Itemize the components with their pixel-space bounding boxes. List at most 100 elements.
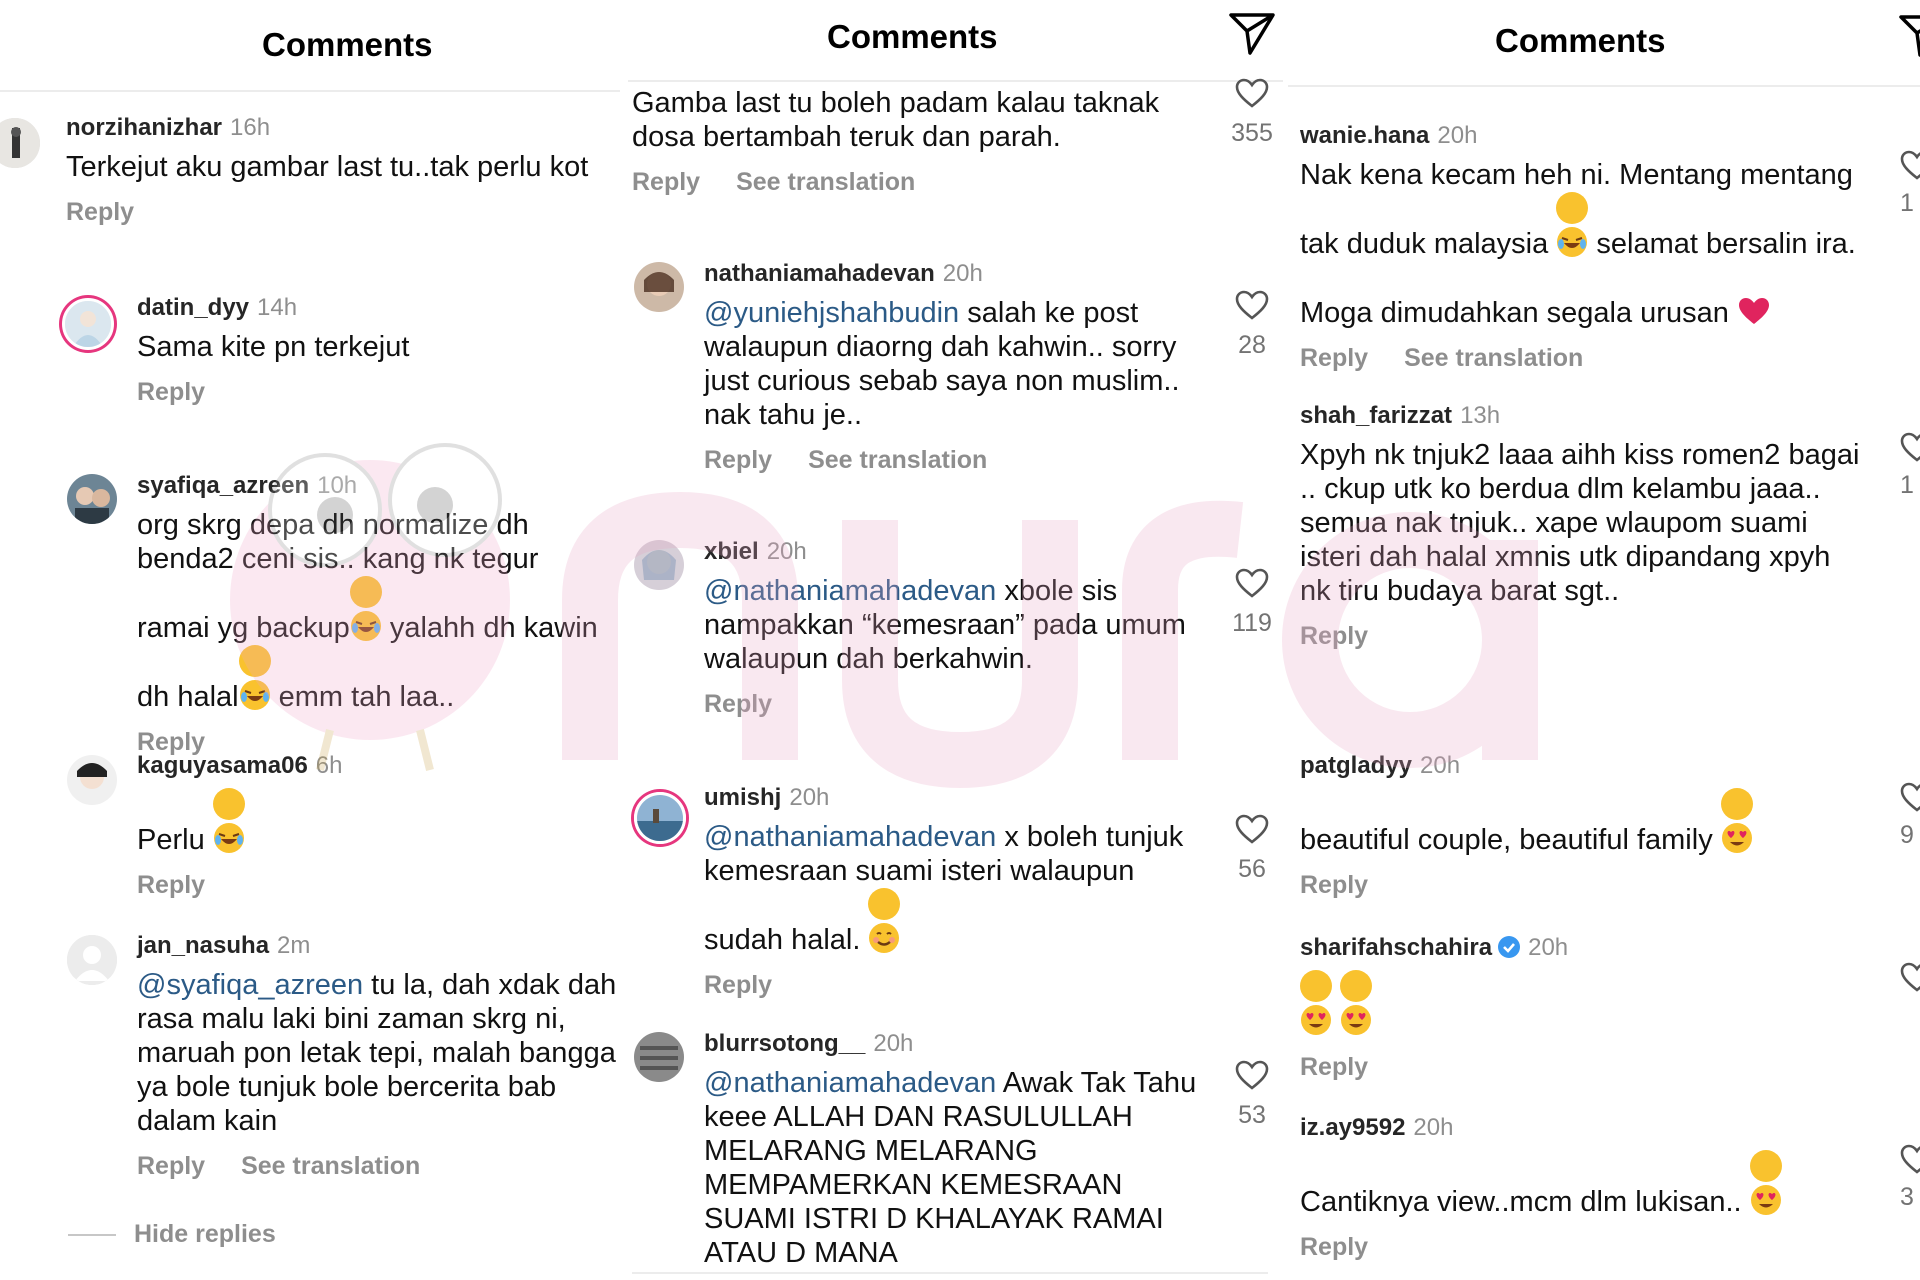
reply-button[interactable]: Reply bbox=[704, 971, 772, 999]
reply-button[interactable]: Reply bbox=[1300, 871, 1368, 899]
comment: iz.ay9592 20h Cantiknya view..mcm dlm luk… bbox=[1300, 1114, 1860, 1262]
avatar[interactable] bbox=[67, 755, 117, 805]
like-control[interactable]: 28 bbox=[1222, 290, 1282, 360]
comment-text: @nathaniamahadevan xbole sis nampakkan “… bbox=[704, 575, 1186, 675]
heart-icon bbox=[1235, 290, 1269, 320]
comment-text bbox=[1300, 970, 1860, 1039]
username[interactable]: blurrsotong__ bbox=[704, 1030, 865, 1057]
heart-icon bbox=[1900, 962, 1920, 992]
comments-panel-2: Comments Gamba last tu boleh padam kalau… bbox=[628, 0, 1288, 1280]
avatar[interactable] bbox=[634, 1032, 684, 1082]
reply-button[interactable]: Reply bbox=[1300, 1233, 1368, 1261]
comment: kaguyasama06 6h Perlu Reply bbox=[137, 752, 617, 900]
comment-text: Xpyh nk tnjuk2 laaa aihh kiss romen2 bag… bbox=[1300, 439, 1860, 607]
avatar[interactable] bbox=[634, 540, 684, 590]
send-icon[interactable] bbox=[1898, 14, 1920, 63]
timestamp: 2m bbox=[277, 932, 311, 959]
username[interactable]: patgladyy bbox=[1300, 752, 1412, 779]
mention-link[interactable]: @syafiqa_azreen bbox=[137, 969, 363, 1001]
see-translation-button[interactable]: See translation bbox=[241, 1152, 420, 1180]
username[interactable]: shah_farizzat bbox=[1300, 402, 1452, 429]
like-control[interactable] bbox=[1900, 962, 1920, 997]
like-control[interactable]: 3 bbox=[1900, 1144, 1920, 1212]
timestamp: 16h bbox=[230, 114, 271, 141]
reply-button[interactable]: Reply bbox=[704, 690, 772, 718]
send-icon[interactable] bbox=[1228, 12, 1276, 61]
heart-icon bbox=[1235, 78, 1269, 108]
divider bbox=[632, 1272, 1268, 1274]
see-translation-button[interactable]: See translation bbox=[736, 168, 915, 196]
username[interactable]: jan_nasuha bbox=[137, 932, 269, 959]
comment-text: @yuniehjshahbudin salah ke post walaupun… bbox=[704, 297, 1180, 431]
avatar[interactable] bbox=[634, 792, 686, 844]
see-translation-button[interactable]: See translation bbox=[808, 446, 987, 474]
username[interactable]: umishj bbox=[704, 784, 781, 811]
smiling-emoji-icon bbox=[868, 888, 901, 953]
reply-button[interactable]: Reply bbox=[632, 168, 700, 196]
page-title: Comments bbox=[827, 18, 998, 55]
laughing-emoji-icon bbox=[212, 788, 245, 853]
reply-button[interactable]: Reply bbox=[704, 446, 772, 474]
mention-link[interactable]: @nathaniamahadevan bbox=[704, 1067, 996, 1099]
laughing-emoji-icon bbox=[349, 576, 382, 641]
timestamp: 13h bbox=[1460, 402, 1501, 429]
like-control[interactable]: 9 bbox=[1900, 782, 1920, 850]
avatar[interactable] bbox=[0, 118, 40, 168]
comment: umishj 20h @nathaniamahadevan x boleh tun… bbox=[704, 784, 1204, 1000]
divider bbox=[0, 90, 628, 92]
reply-button[interactable]: Reply bbox=[137, 871, 205, 899]
like-control[interactable]: 355 bbox=[1222, 78, 1282, 148]
comment: xbiel 20h @nathaniamahadevan xbole sis na… bbox=[704, 538, 1204, 719]
mention-link[interactable]: @yuniehjshahbudin bbox=[704, 297, 959, 329]
comment: norzihanizhar 16h Terkejut aku gambar las… bbox=[66, 114, 626, 227]
heart-icon bbox=[1900, 782, 1920, 812]
username[interactable]: syafiqa_azreen bbox=[137, 472, 309, 499]
timestamp: 20h bbox=[1420, 752, 1461, 779]
username[interactable]: datin_dyy bbox=[137, 294, 249, 321]
mention-link[interactable]: @nathaniamahadevan bbox=[704, 575, 996, 607]
reply-button[interactable]: Reply bbox=[1300, 344, 1368, 372]
like-control[interactable]: 119 bbox=[1222, 568, 1282, 638]
avatar[interactable] bbox=[634, 262, 684, 312]
comment-text: Sama kite pn terkejut bbox=[137, 331, 410, 363]
like-count: 119 bbox=[1232, 609, 1272, 637]
see-translation-button[interactable]: See translation bbox=[1404, 344, 1583, 372]
reply-button[interactable]: Reply bbox=[1300, 622, 1368, 650]
reply-button[interactable]: Reply bbox=[66, 198, 134, 226]
comment-text: @syafiqa_azreen tu la, dah xdak dah rasa… bbox=[137, 969, 617, 1137]
mention-link[interactable]: @nathaniamahadevan bbox=[704, 821, 996, 853]
timestamp: 14h bbox=[257, 294, 298, 321]
username[interactable]: wanie.hana bbox=[1300, 122, 1429, 149]
like-count: 9 bbox=[1900, 821, 1914, 849]
heart-eyes-emoji-icon bbox=[1749, 1150, 1782, 1215]
username[interactable]: norzihanizhar bbox=[66, 114, 222, 141]
timestamp: 20h bbox=[873, 1030, 914, 1057]
verified-badge-icon bbox=[1498, 936, 1521, 958]
comment: jan_nasuha 2m @syafiqa_azreen tu la, dah … bbox=[137, 932, 617, 1181]
like-control[interactable]: 1 bbox=[1900, 432, 1920, 500]
username[interactable]: nathaniamahadevan bbox=[704, 260, 935, 287]
comment: sharifahschahira 20h Reply bbox=[1300, 934, 1860, 1082]
hide-replies-button[interactable]: Hide replies bbox=[68, 1220, 276, 1249]
panel-separator bbox=[620, 0, 628, 1280]
reply-button[interactable]: Reply bbox=[137, 1152, 205, 1180]
comments-panel-1: Comments norzihanizhar 16h Terkejut aku g… bbox=[0, 0, 628, 1280]
reply-button[interactable]: Reply bbox=[1300, 1053, 1368, 1081]
avatar[interactable] bbox=[62, 298, 114, 350]
username[interactable]: sharifahschahira bbox=[1300, 934, 1492, 961]
like-control[interactable]: 1 bbox=[1900, 150, 1920, 218]
timestamp: 10h bbox=[317, 472, 358, 499]
username[interactable]: xbiel bbox=[704, 538, 759, 565]
laughing-emoji-icon bbox=[1556, 192, 1589, 257]
comment: blurrsotong__ 20h @nathaniamahadevan Awak… bbox=[704, 1030, 1204, 1270]
avatar[interactable] bbox=[67, 474, 117, 524]
comment: datin_dyy 14h Sama kite pn terkejut Reply bbox=[137, 294, 617, 407]
timestamp: 20h bbox=[789, 784, 830, 811]
like-control[interactable]: 56 bbox=[1222, 814, 1282, 884]
username[interactable]: kaguyasama06 bbox=[137, 752, 308, 779]
reply-button[interactable]: Reply bbox=[137, 378, 205, 406]
like-control[interactable]: 53 bbox=[1222, 1060, 1282, 1130]
default-avatar-icon[interactable] bbox=[67, 935, 117, 985]
divider bbox=[628, 80, 1288, 82]
username[interactable]: iz.ay9592 bbox=[1300, 1114, 1405, 1141]
